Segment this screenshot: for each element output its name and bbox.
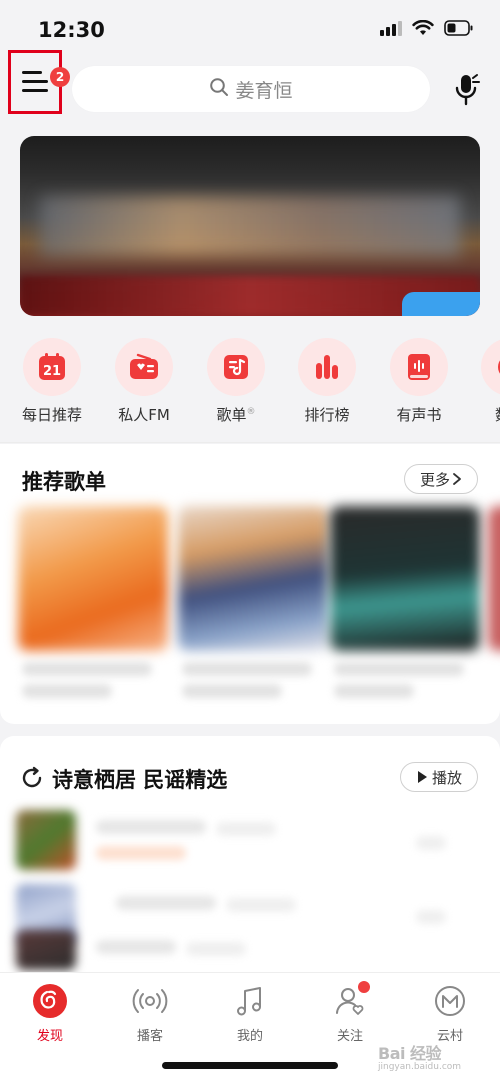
search-placeholder: 姜育恒 xyxy=(235,79,293,102)
playlist-cover[interactable] xyxy=(488,506,500,651)
watermark: Bai 经验 jingyan.baidu.com xyxy=(378,1040,461,1072)
tab-follow[interactable]: 关注 xyxy=(310,981,390,1044)
quick-entry-fm[interactable]: 私人FM xyxy=(104,338,184,425)
promo-banner[interactable] xyxy=(20,136,480,316)
song-cover xyxy=(16,930,76,970)
banner-image xyxy=(40,196,460,256)
refresh-icon[interactable] xyxy=(20,766,44,790)
tab-discover[interactable]: 发现 xyxy=(10,983,90,1044)
play-all-button[interactable]: 播放 xyxy=(400,762,478,792)
quick-entry-daily[interactable]: 21 每日推荐 xyxy=(12,338,92,425)
tab-mine[interactable]: 我的 xyxy=(210,983,290,1044)
search-icon xyxy=(209,77,229,102)
play-label: 播放 xyxy=(431,768,462,787)
playlist-icon xyxy=(207,338,265,396)
status-bar: 12:30 xyxy=(0,0,500,60)
quick-entry-charts[interactable]: 排行榜 xyxy=(287,338,367,425)
playlist-title xyxy=(334,684,414,698)
quick-entry-audiobook[interactable]: 有声书 xyxy=(379,338,459,425)
chart-bars-icon xyxy=(298,338,356,396)
playlist-cover[interactable] xyxy=(18,506,168,651)
music-note-icon xyxy=(232,983,268,1019)
playlist-title xyxy=(182,662,312,676)
quick-entry-row: 21 每日推荐 私人FM 歌单® 排行榜 有声书 数字 xyxy=(0,338,500,428)
quick-entry-label: 排行榜 xyxy=(304,406,350,424)
quick-entry-label: 私人FM xyxy=(118,406,170,424)
section-title-songs: 诗意栖居 民谣精选 xyxy=(52,768,228,792)
more-label: 更多 xyxy=(419,470,450,489)
tab-cloud-village[interactable]: 云村 xyxy=(410,983,490,1044)
tab-label: 播客 xyxy=(136,1029,163,1044)
status-icons xyxy=(380,20,474,36)
song-artist xyxy=(216,822,276,836)
quick-entry-playlist[interactable]: 歌单® xyxy=(196,338,276,425)
section-title-recommended: 推荐歌单 xyxy=(22,470,106,494)
cellular-signal-icon xyxy=(380,20,402,36)
quick-entry-label: 歌单® xyxy=(216,406,256,424)
tab-label: 关注 xyxy=(336,1029,363,1044)
notification-badge: 2 xyxy=(50,67,70,87)
menu-button[interactable]: 2 xyxy=(8,50,70,114)
calendar-icon: 21 xyxy=(23,338,81,396)
menu-icon: 2 xyxy=(22,67,70,93)
song-tag xyxy=(96,846,186,860)
playlist-cover[interactable] xyxy=(330,506,480,651)
tab-label: 我的 xyxy=(236,1029,263,1044)
quick-entry-label: 有声书 xyxy=(396,406,442,424)
song-title xyxy=(116,896,216,910)
watermark-main: Bai 经验 xyxy=(378,1044,442,1063)
quick-entry-label: 数字 xyxy=(495,404,500,425)
tab-podcast[interactable]: 播客 xyxy=(110,983,190,1044)
discover-icon xyxy=(32,983,68,1019)
song-title xyxy=(96,940,176,954)
home-indicator[interactable] xyxy=(162,1062,338,1069)
chevron-right-icon xyxy=(453,473,461,485)
song-action xyxy=(416,910,446,924)
banner-tag xyxy=(402,292,480,316)
quick-entry-digital[interactable]: 数字 xyxy=(470,338,500,425)
playlist-title xyxy=(22,684,112,698)
playlist-title xyxy=(22,662,152,676)
song-row[interactable] xyxy=(16,810,484,872)
watermark-sub: jingyan.baidu.com xyxy=(378,1062,462,1072)
digital-icon xyxy=(481,338,500,396)
battery-icon xyxy=(444,20,474,36)
voice-search-button[interactable] xyxy=(450,72,484,108)
playlist-title xyxy=(334,662,464,676)
tab-label: 发现 xyxy=(36,1029,63,1044)
playlist-title xyxy=(182,684,282,698)
divider xyxy=(0,442,500,443)
notification-dot xyxy=(358,981,370,993)
microphone-icon xyxy=(455,74,480,106)
cloud-village-icon xyxy=(432,983,468,1019)
play-icon xyxy=(417,771,427,783)
song-artist xyxy=(226,898,296,912)
song-artist xyxy=(186,942,246,956)
podcast-icon xyxy=(132,983,168,1019)
wifi-icon xyxy=(412,20,434,36)
audiobook-icon xyxy=(390,338,448,396)
status-time: 12:30 xyxy=(38,18,105,42)
follow-icon xyxy=(332,981,370,1019)
song-action xyxy=(416,836,446,850)
radio-icon xyxy=(115,338,173,396)
playlist-cover[interactable] xyxy=(178,506,328,651)
search-input[interactable]: 姜育恒 xyxy=(72,66,430,112)
song-title xyxy=(96,820,206,834)
calendar-date: 21 xyxy=(43,364,61,379)
song-cover xyxy=(16,810,76,870)
more-button[interactable]: 更多 xyxy=(404,464,478,494)
quick-entry-label: 每日推荐 xyxy=(21,406,82,424)
